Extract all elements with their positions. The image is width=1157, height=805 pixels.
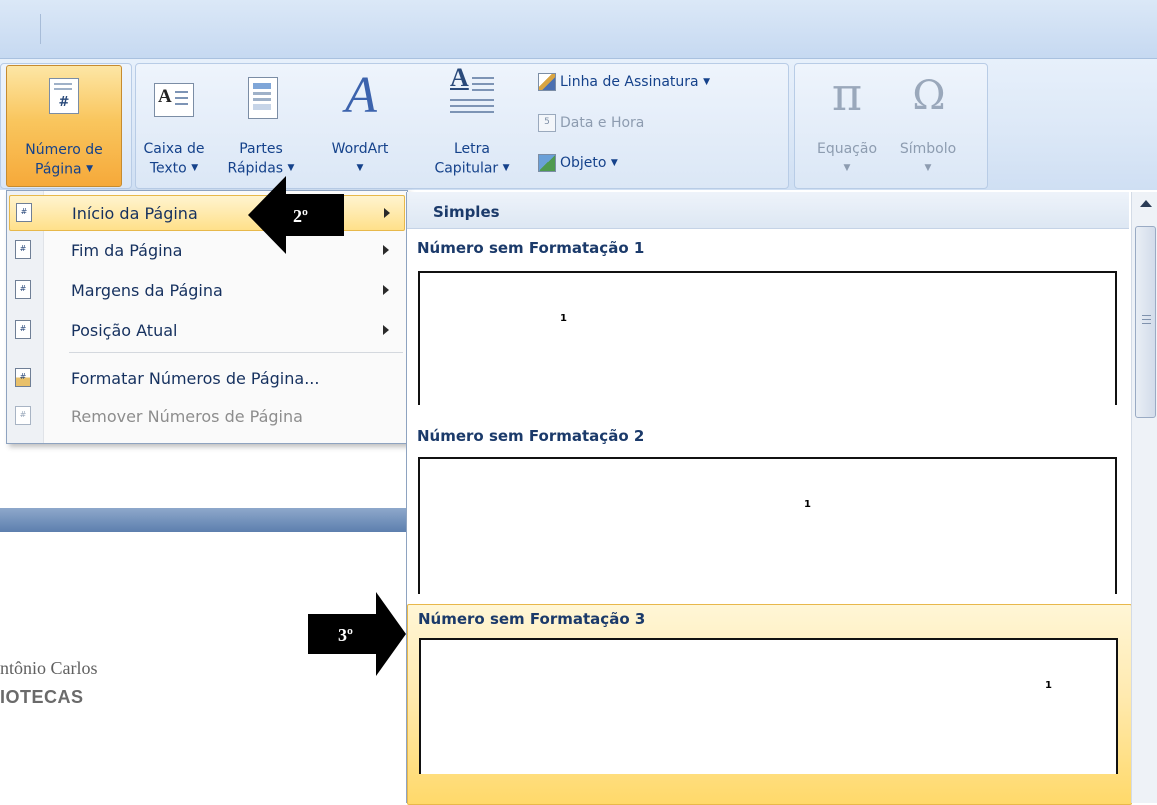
signature-line-label: Linha de Assinatura: [560, 74, 699, 90]
symbol-label: Símbolo: [899, 141, 957, 157]
chevron-down-icon: ▼: [191, 163, 199, 173]
document-heading-band: [0, 508, 406, 532]
gallery-item-preview: 1: [418, 271, 1117, 405]
page-number-label-2: Página: [35, 161, 82, 178]
gallery-item-title: Número sem Formatação 2: [417, 427, 645, 445]
menu-item-label: Margens da Página: [71, 281, 223, 300]
page-number-button[interactable]: # Número de Página ▼: [6, 65, 122, 187]
preview-page-number: 1: [1045, 680, 1052, 691]
menu-item-label: Remover Números de Página: [71, 407, 303, 426]
drop-cap-button[interactable]: A Letra Capitular ▼: [420, 65, 524, 185]
gallery-item-title: Número sem Formatação 3: [418, 610, 646, 628]
annotation-arrow-step-3: 3º: [308, 592, 406, 676]
gallery-item-preview: 1: [419, 638, 1118, 774]
pi-icon: π: [831, 67, 863, 121]
chevron-down-icon: ▼: [86, 164, 93, 174]
quick-parts-label-2: Rápidas: [227, 160, 284, 177]
date-time-button[interactable]: 5 Data e Hora: [538, 114, 644, 132]
ribbon-tab-strip: [0, 0, 1157, 59]
gallery-section-title: Simples: [433, 203, 500, 221]
gallery-item-preview: 1: [418, 457, 1117, 594]
signature-line-icon: [538, 73, 556, 91]
page-bottom-icon: #: [15, 240, 31, 259]
drop-cap-label-1: Letra: [454, 141, 490, 157]
menu-item-remove-page-numbers[interactable]: # Remover Números de Página: [9, 399, 403, 433]
object-icon: [538, 154, 556, 172]
chevron-down-icon: ▼: [924, 163, 932, 173]
menu-item-label: Fim da Página: [71, 241, 183, 260]
symbol-button[interactable]: Ω Símbolo ▼: [888, 65, 968, 185]
page-number-icon: #: [49, 78, 79, 114]
document-author-text: ntônio Carlos: [0, 658, 98, 678]
gallery-scrollbar[interactable]: [1131, 192, 1157, 803]
ribbon: # Número de Página ▼ A Caixa de Texto ▼ …: [0, 59, 1157, 190]
format-numbers-icon: #: [15, 368, 31, 387]
wordart-icon: A: [345, 67, 377, 124]
chevron-down-icon: ▼: [843, 163, 851, 173]
annotation-arrow-step-2: 2º: [248, 176, 344, 254]
annotation-label-step-2: 2º: [293, 206, 308, 226]
drop-cap-label-2: Capitular: [434, 160, 499, 177]
quick-parts-icon: [248, 77, 278, 119]
menu-item-page-margins[interactable]: # Margens da Página: [9, 273, 403, 307]
tab-separator: [40, 14, 41, 44]
text-box-label-1: Caixa de: [143, 141, 205, 157]
chevron-down-icon: ▼: [287, 163, 295, 173]
submenu-arrow-icon: [384, 208, 390, 218]
quick-parts-label-1: Partes: [239, 141, 283, 157]
scrollbar-grip: [1142, 319, 1151, 320]
menu-item-label: Posição Atual: [71, 321, 178, 340]
chevron-down-icon: ▼: [703, 77, 710, 87]
object-label: Objeto: [560, 155, 607, 171]
calendar-icon: 5: [538, 114, 556, 132]
equation-label: Equação: [816, 141, 878, 157]
gallery-item-plain-number-3[interactable]: Número sem Formatação 3 1: [407, 604, 1132, 805]
page-number-label-1: Número de: [25, 142, 103, 158]
scrollbar-grip: [1142, 323, 1151, 324]
text-box-button[interactable]: A Caixa de Texto ▼: [142, 65, 206, 185]
document-heading-text: IOTECAS: [0, 687, 84, 707]
scrollbar-thumb[interactable]: [1135, 226, 1156, 418]
remove-numbers-icon: #: [15, 406, 31, 425]
gallery-item-plain-number-1[interactable]: Número sem Formatação 1 1: [407, 229, 1130, 409]
scrollbar-grip: [1142, 315, 1151, 316]
submenu-arrow-icon: [383, 245, 389, 255]
drop-cap-icon: A: [450, 65, 498, 121]
preview-page-number: 1: [560, 313, 567, 324]
quick-parts-button[interactable]: Partes Rápidas ▼: [208, 65, 314, 185]
equation-button[interactable]: π Equação ▼: [806, 65, 888, 185]
text-box-icon: A: [154, 83, 194, 117]
omega-icon: Ω: [912, 73, 946, 119]
chevron-down-icon: ▼: [502, 163, 510, 173]
menu-item-current-position[interactable]: # Posição Atual: [9, 313, 403, 347]
menu-item-label: Formatar Números de Página...: [71, 369, 320, 388]
wordart-button[interactable]: A WordArt ▼: [325, 65, 395, 185]
gallery-section-header: Simples: [407, 192, 1129, 229]
chevron-down-icon: ▼: [356, 163, 364, 173]
gallery-item-plain-number-2[interactable]: Número sem Formatação 2 1: [407, 417, 1130, 597]
date-time-label: Data e Hora: [560, 115, 645, 131]
text-box-label-2: Texto: [149, 160, 187, 177]
menu-separator: [69, 352, 403, 353]
page-margin-icon: #: [15, 280, 31, 299]
signature-line-button[interactable]: Linha de Assinatura ▼: [538, 73, 710, 91]
object-button[interactable]: Objeto ▼: [538, 154, 618, 172]
gallery-item-title: Número sem Formatação 1: [417, 239, 645, 257]
submenu-arrow-icon: [383, 285, 389, 295]
page-number-gallery: Simples Número sem Formatação 1 1 Número…: [406, 192, 1157, 805]
menu-item-format-page-numbers[interactable]: # Formatar Números de Página...: [9, 361, 403, 395]
menu-item-label: Início da Página: [72, 204, 198, 223]
scroll-up-arrow-icon[interactable]: [1140, 200, 1152, 207]
current-position-icon: #: [15, 320, 31, 339]
submenu-arrow-icon: [383, 325, 389, 335]
chevron-down-icon: ▼: [610, 158, 618, 168]
preview-page-number: 1: [804, 499, 811, 510]
wordart-label: WordArt: [331, 141, 389, 157]
page-top-icon: #: [16, 203, 32, 222]
annotation-label-step-3: 3º: [338, 625, 353, 645]
